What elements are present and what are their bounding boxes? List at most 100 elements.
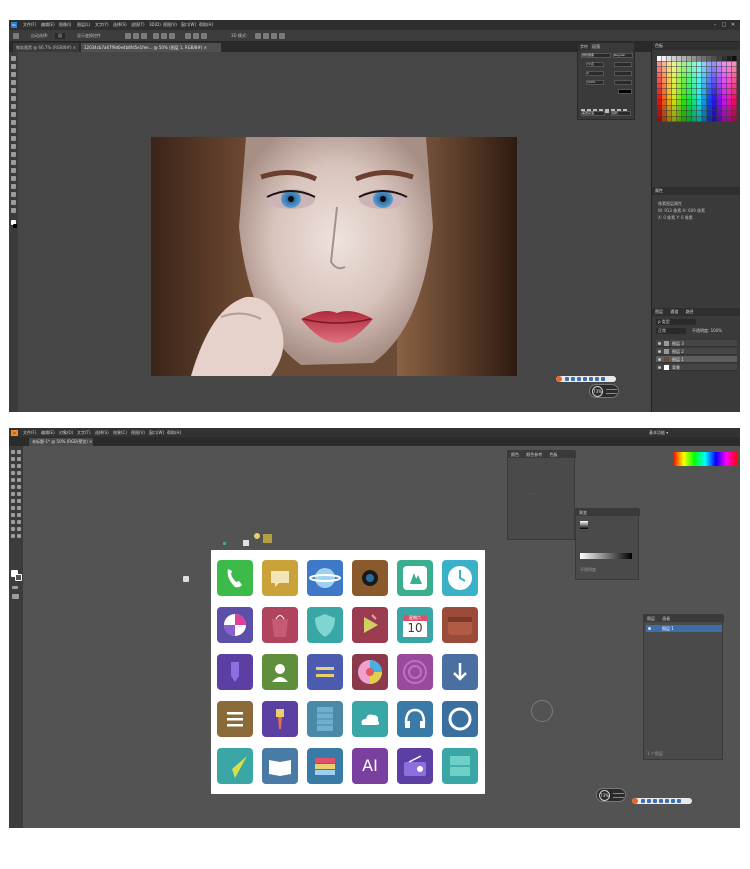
swatch[interactable] <box>667 105 672 111</box>
3d-pan-icon[interactable] <box>271 33 277 39</box>
paintbrush-icon[interactable] <box>11 478 15 482</box>
swatch[interactable] <box>697 116 702 122</box>
visibility-eye-icon[interactable] <box>658 358 661 361</box>
ai-canvas[interactable]: 10星期六 AI 颜色 颜色参考 色板 · · · 渐变 不透明度 图层 画板 <box>23 446 740 828</box>
swatch[interactable] <box>657 100 662 105</box>
ai-menu-view[interactable]: 视图(V) <box>131 430 145 436</box>
float-tool-icon[interactable] <box>601 377 605 381</box>
loose-shape[interactable] <box>254 533 260 539</box>
visibility-eye-icon[interactable] <box>648 627 651 630</box>
swatch[interactable] <box>662 116 667 122</box>
eraser-icon[interactable] <box>11 136 16 141</box>
clock-icon[interactable] <box>442 560 478 596</box>
swatch[interactable] <box>687 94 692 100</box>
swatch[interactable] <box>692 83 697 89</box>
swatch[interactable] <box>732 89 737 94</box>
magic-wand-icon[interactable] <box>11 457 15 461</box>
ps-menu-select[interactable]: 选择(S) <box>113 22 127 28</box>
swatch[interactable] <box>692 72 697 78</box>
swatch[interactable] <box>727 111 732 116</box>
auto-select-label[interactable]: 自动选择: <box>31 33 48 39</box>
shield-icon[interactable] <box>307 607 343 643</box>
swatch[interactable] <box>662 61 667 67</box>
pinwheel-icon[interactable] <box>217 607 253 643</box>
swatch[interactable] <box>662 78 667 83</box>
swatch[interactable] <box>712 78 717 83</box>
swatch[interactable] <box>682 100 687 105</box>
paper-plane-icon[interactable] <box>217 748 253 784</box>
swatch[interactable] <box>692 94 697 100</box>
3d-slide-icon[interactable] <box>279 33 285 39</box>
float-tool-icon[interactable] <box>571 377 575 381</box>
gradient-icon[interactable] <box>17 506 21 510</box>
swatch[interactable] <box>702 94 707 100</box>
swatch[interactable] <box>732 105 737 111</box>
workspace-switcher[interactable]: 基本功能 ▾ <box>649 430 668 436</box>
paper-icon[interactable] <box>307 701 343 737</box>
swatch[interactable] <box>712 83 717 89</box>
float-tool-icon[interactable] <box>565 377 569 381</box>
swatch[interactable] <box>687 67 692 72</box>
paragraph-tab[interactable]: 段落 <box>590 43 602 50</box>
ai-menu-help[interactable]: 帮助(H) <box>167 430 181 436</box>
swatch[interactable] <box>717 72 722 78</box>
swatch[interactable] <box>662 89 667 94</box>
swatch[interactable] <box>662 94 667 100</box>
width-icon[interactable] <box>11 492 15 496</box>
float-tool-icon[interactable] <box>653 799 657 803</box>
swatch[interactable] <box>697 56 702 61</box>
swatch[interactable] <box>692 100 697 105</box>
video-play-icon[interactable] <box>352 607 388 643</box>
swatch[interactable] <box>672 72 677 78</box>
swatch[interactable] <box>657 111 662 116</box>
ai-menu-file[interactable]: 文件(F) <box>23 430 36 436</box>
swatch[interactable] <box>702 89 707 94</box>
swatch[interactable] <box>697 72 702 78</box>
ps-maximize-button[interactable]: □ <box>721 22 727 28</box>
swatch[interactable] <box>677 94 682 100</box>
gradient-thumbnail[interactable] <box>580 521 588 529</box>
align-left-icon[interactable] <box>153 33 159 39</box>
swatch[interactable] <box>672 100 677 105</box>
swatches-tab[interactable]: 色板 <box>550 452 558 457</box>
swatch[interactable] <box>672 56 677 61</box>
float-tool-icon[interactable] <box>595 377 599 381</box>
swatch[interactable] <box>712 89 717 94</box>
swatch[interactable] <box>657 94 662 100</box>
swatch[interactable] <box>702 116 707 122</box>
swatch[interactable] <box>662 111 667 116</box>
swatch[interactable] <box>692 61 697 67</box>
ps-menu-view[interactable]: 视图(V) <box>163 22 177 28</box>
float-tool-icon[interactable] <box>641 799 645 803</box>
swatch[interactable] <box>707 67 712 72</box>
camera-icon[interactable] <box>352 560 388 596</box>
pen-tool-icon[interactable] <box>11 464 15 468</box>
3d-roll-icon[interactable] <box>263 33 269 39</box>
swatch[interactable] <box>732 100 737 105</box>
swatch[interactable] <box>697 105 702 111</box>
swatch[interactable] <box>717 116 722 122</box>
float-tool-icon[interactable] <box>677 799 681 803</box>
swatch[interactable] <box>732 116 737 122</box>
snail-icon[interactable] <box>397 654 433 690</box>
float-tool-icon[interactable] <box>583 377 587 381</box>
swatch[interactable] <box>697 83 702 89</box>
ai-menu-select[interactable]: 选择(S) <box>95 430 109 436</box>
swatch[interactable] <box>677 105 682 111</box>
swatch[interactable] <box>672 94 677 100</box>
shape-builder-icon[interactable] <box>11 499 15 503</box>
properties-tab[interactable]: 属性 <box>655 188 663 193</box>
swatch[interactable] <box>717 111 722 116</box>
move-icon[interactable] <box>11 56 16 61</box>
font-style-field[interactable]: Regular <box>613 53 633 58</box>
loose-shape[interactable] <box>263 534 272 543</box>
swatch[interactable] <box>727 105 732 111</box>
swatch[interactable] <box>697 67 702 72</box>
ps-doc-tab-2[interactable]: 12034cb7a67f9d0e4b8fd5e1fee... @ 50% (图层… <box>81 43 221 52</box>
ai-menu-edit[interactable]: 编辑(E) <box>41 430 55 436</box>
swatch[interactable] <box>712 94 717 100</box>
blend-icon[interactable] <box>17 513 21 517</box>
ps-minimize-button[interactable]: – <box>712 22 718 28</box>
swatch[interactable] <box>722 78 727 83</box>
swatch[interactable] <box>657 78 662 83</box>
